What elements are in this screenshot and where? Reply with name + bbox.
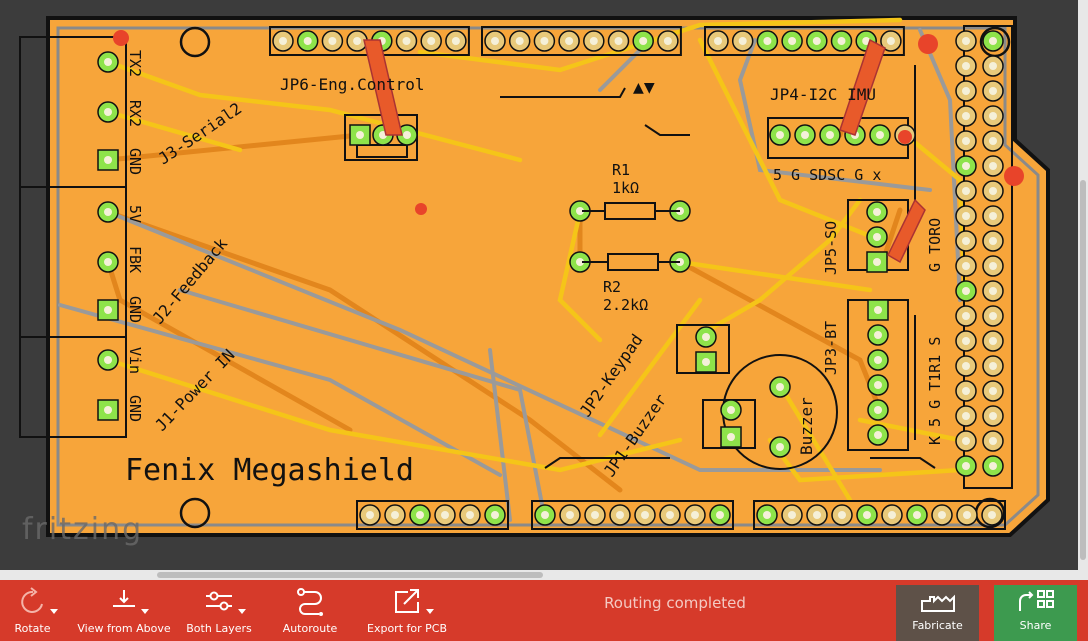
horizontal-scrollbar[interactable]	[0, 570, 1088, 580]
export-pcb-button[interactable]: Export for PCB	[366, 580, 448, 641]
label-gnd-pwr: GND	[126, 395, 144, 422]
label-gnd-serial: GND	[126, 148, 144, 175]
board-title: Fenix Megashield	[125, 453, 414, 488]
export-icon	[390, 580, 434, 616]
fabricate-icon	[918, 585, 958, 615]
label-arrows: ▲▼	[633, 77, 655, 98]
fabricate-label: Fabricate	[912, 619, 963, 632]
label-eng-control: JP6-Eng.Control	[280, 75, 425, 94]
label-tx2: TX2	[126, 50, 144, 77]
share-button[interactable]: Share	[994, 585, 1077, 641]
rotate-icon	[18, 580, 58, 616]
layers-icon	[202, 580, 246, 616]
label-i2c-imu: JP4-I2C IMU	[770, 85, 876, 104]
label-jp5: JP5-SO	[822, 221, 840, 275]
label-vin: Vin	[126, 347, 144, 374]
routing-status: Routing completed	[604, 594, 746, 612]
both-layers-button[interactable]: Both Layers	[186, 580, 252, 641]
view-above-icon	[109, 580, 149, 616]
share-label: Share	[1019, 619, 1052, 632]
vertical-scroll-thumb[interactable]	[1080, 180, 1086, 560]
label-5v: 5V	[126, 205, 144, 223]
label-r2-name: R2	[603, 278, 621, 296]
label-bt-pins: K 5 G T1R1 S	[926, 337, 944, 445]
label-r2-value: 2.2kΩ	[603, 296, 648, 314]
fritzing-watermark: fritzing	[22, 512, 144, 547]
label-toro: G TORO	[926, 218, 944, 272]
layers-label: Both Layers	[186, 622, 252, 635]
label-gnd-fb: GND	[126, 296, 144, 323]
label-rx2: RX2	[126, 100, 144, 127]
autoroute-button[interactable]: Autoroute	[280, 580, 340, 641]
pcb-view[interactable]: Fenix Megashield JP6-Eng.Control JP4-I2C…	[0, 0, 1078, 570]
view-from-above-button[interactable]: View from Above	[77, 580, 171, 641]
label-i2c-pins: 5 G SDSC G x	[773, 166, 881, 184]
label-jp3: JP3-BT	[822, 321, 840, 375]
bottom-toolbar: Rotate View from Above Both Layers Autor…	[0, 580, 1088, 641]
label-buzzer: Buzzer	[797, 397, 816, 455]
export-label: Export for PCB	[367, 622, 447, 635]
rotate-label: Rotate	[14, 622, 51, 635]
label-fbk: FBK	[126, 246, 144, 273]
label-r1-value: 1kΩ	[612, 179, 639, 197]
view-label: View from Above	[77, 622, 171, 635]
share-icon	[1016, 585, 1056, 615]
vertical-scrollbar[interactable]	[1078, 0, 1088, 570]
rotate-button[interactable]: Rotate	[10, 580, 58, 641]
horizontal-scroll-thumb[interactable]	[157, 572, 543, 578]
fabricate-button[interactable]: Fabricate	[896, 585, 979, 641]
label-r1-name: R1	[612, 161, 630, 179]
pcb-canvas[interactable]: Fenix Megashield JP6-Eng.Control JP4-I2C…	[0, 0, 1088, 570]
autoroute-icon	[295, 580, 325, 616]
autoroute-label: Autoroute	[282, 622, 338, 635]
